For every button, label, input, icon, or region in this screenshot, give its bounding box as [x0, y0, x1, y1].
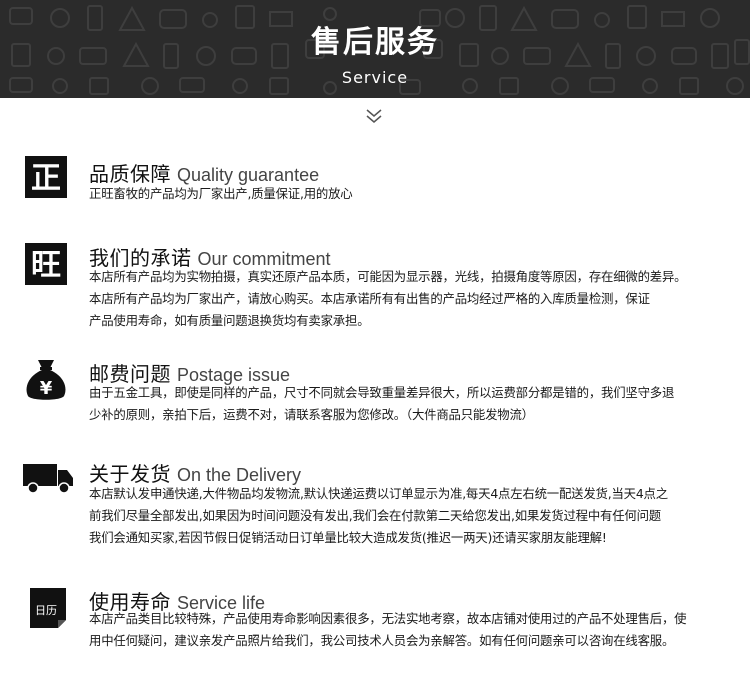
- body-line: 正旺畜牧的产品均为厂家出产,质量保证,用的放心: [89, 186, 353, 201]
- calendar-icon: 日历: [30, 588, 66, 628]
- svg-text:¥: ¥: [40, 378, 53, 399]
- body-line: 我们会通知买家,若因节假日促销活动日订单量比较大造成发货(推迟一两天)还请买家朋…: [89, 530, 607, 545]
- banner-title: 售后服务: [311, 25, 439, 60]
- money-bag-icon: ¥: [26, 360, 66, 400]
- body-line: 由于五金工具，即使是同样的产品，尺寸不同就会导致重量差异很大，所以运费部分都是错…: [89, 385, 675, 400]
- body-line: 本店所有产品均为厂家出产，请放心购买。本店承诺所有有出售的产品均经过严格的入库质…: [89, 291, 650, 306]
- section-body: 本店默认发申通快递,大件物品均发物流,默认快递运费以订单显示为准,每天4点左右统…: [89, 483, 739, 549]
- zheng-seal-icon: 正: [25, 156, 67, 198]
- body-line: 产品使用寿命，如有质量问题退换货均有卖家承担。: [89, 313, 370, 328]
- wang-seal-icon: 旺: [25, 243, 67, 285]
- banner-subtitle: Service: [341, 68, 409, 87]
- body-line: 前我们尽量全部发出,如果因为时间问题没有发出,我们会在付款第二天给您发出,如果发…: [89, 508, 661, 523]
- delivery-truck-icon: [23, 464, 73, 494]
- section-body: 本店所有产品均为实物拍摄，真实还原产品本质，可能因为显示器，光线，拍摄角度等原因…: [89, 266, 739, 332]
- body-line: 本店默认发申通快递,大件物品均发物流,默认快递运费以订单显示为准,每天4点左右统…: [89, 486, 668, 501]
- section-title-en: Quality guarantee: [177, 165, 320, 185]
- section-body: 正旺畜牧的产品均为厂家出产,质量保证,用的放心: [89, 183, 739, 205]
- body-line: 本店所有产品均为实物拍摄，真实还原产品本质，可能因为显示器，光线，拍摄角度等原因…: [89, 269, 687, 284]
- section-body: 本店产品类目比较特殊，产品使用寿命影响因素很多，无法实地考察，故本店铺对使用过的…: [89, 608, 739, 652]
- svg-text:正: 正: [31, 161, 61, 196]
- double-chevron-down-icon: [366, 109, 382, 123]
- svg-text:旺: 旺: [31, 248, 61, 283]
- section-body: 由于五金工具，即使是同样的产品，尺寸不同就会导致重量差异很大，所以运费部分都是错…: [89, 382, 739, 426]
- section-title-en: On the Delivery: [177, 465, 302, 485]
- body-line: 少补的原则，亲拍下后，运费不对，请联系客服为您修改。（大件商品只能发物流）: [89, 407, 534, 422]
- body-line: 本店产品类目比较特殊，产品使用寿命影响因素很多，无法实地考察，故本店铺对使用过的…: [89, 611, 687, 626]
- body-line: 用中任何疑问，建议亲发产品照片给我们，我公司技术人员会为亲解答。如有任何问题亲可…: [89, 633, 675, 648]
- service-banner: 售后服务 Service: [0, 0, 750, 98]
- svg-text:日历: 日历: [35, 604, 57, 617]
